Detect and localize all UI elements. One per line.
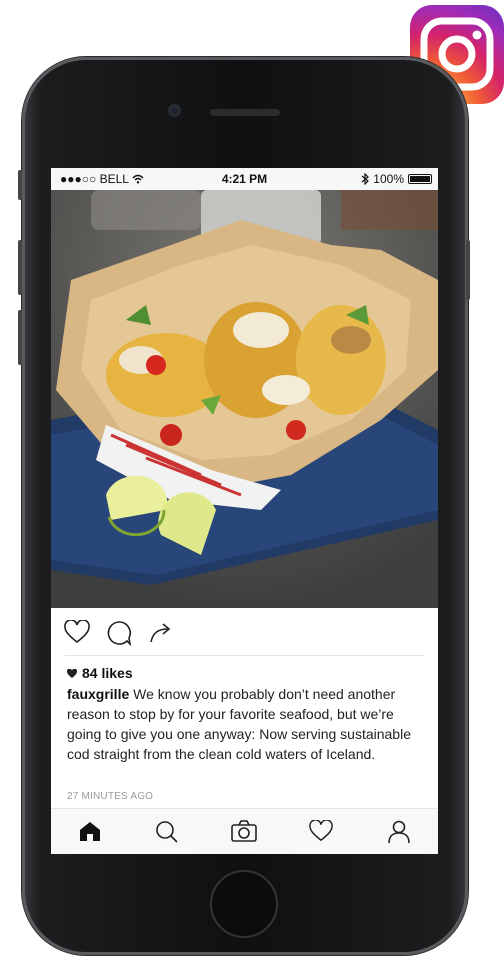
post-caption: fauxgrille We know you probably don’t ne…: [67, 684, 427, 764]
phone-screen: ●●●○○ BELL 4:21 PM 100% 84 likes fauxgri…: [51, 168, 438, 854]
power-button: [466, 240, 470, 300]
post-photo[interactable]: [51, 190, 438, 608]
front-camera: [168, 104, 181, 117]
actions-divider: [65, 655, 424, 656]
battery-icon: [408, 174, 432, 184]
fish-tacos-image: [51, 190, 438, 608]
likes-count[interactable]: 84 likes: [67, 665, 133, 681]
status-right: 100%: [361, 172, 432, 186]
search-icon[interactable]: [155, 820, 179, 849]
comment-icon[interactable]: [106, 620, 132, 651]
mute-switch: [18, 170, 22, 200]
post-actions: [51, 608, 438, 654]
post-timestamp: 27 MINUTES AGO: [67, 791, 154, 802]
tab-bar: [51, 808, 438, 854]
earpiece-speaker: [210, 109, 280, 116]
heart-filled-icon: [67, 668, 77, 678]
bluetooth-icon: [361, 173, 370, 185]
volume-up-button: [18, 240, 22, 295]
home-icon[interactable]: [78, 820, 102, 847]
profile-icon[interactable]: [388, 820, 410, 849]
battery-fill: [410, 176, 430, 182]
activity-heart-icon[interactable]: [309, 819, 333, 847]
volume-down-button: [18, 310, 22, 365]
home-button[interactable]: [210, 870, 278, 938]
like-icon[interactable]: [64, 619, 90, 649]
share-icon[interactable]: [149, 622, 173, 649]
camera-icon[interactable]: [231, 820, 257, 847]
status-bar: ●●●○○ BELL 4:21 PM 100%: [51, 168, 438, 190]
likes-label: 84 likes: [82, 665, 133, 681]
battery-percent: 100%: [373, 172, 404, 186]
post-username[interactable]: fauxgrille: [67, 686, 129, 702]
